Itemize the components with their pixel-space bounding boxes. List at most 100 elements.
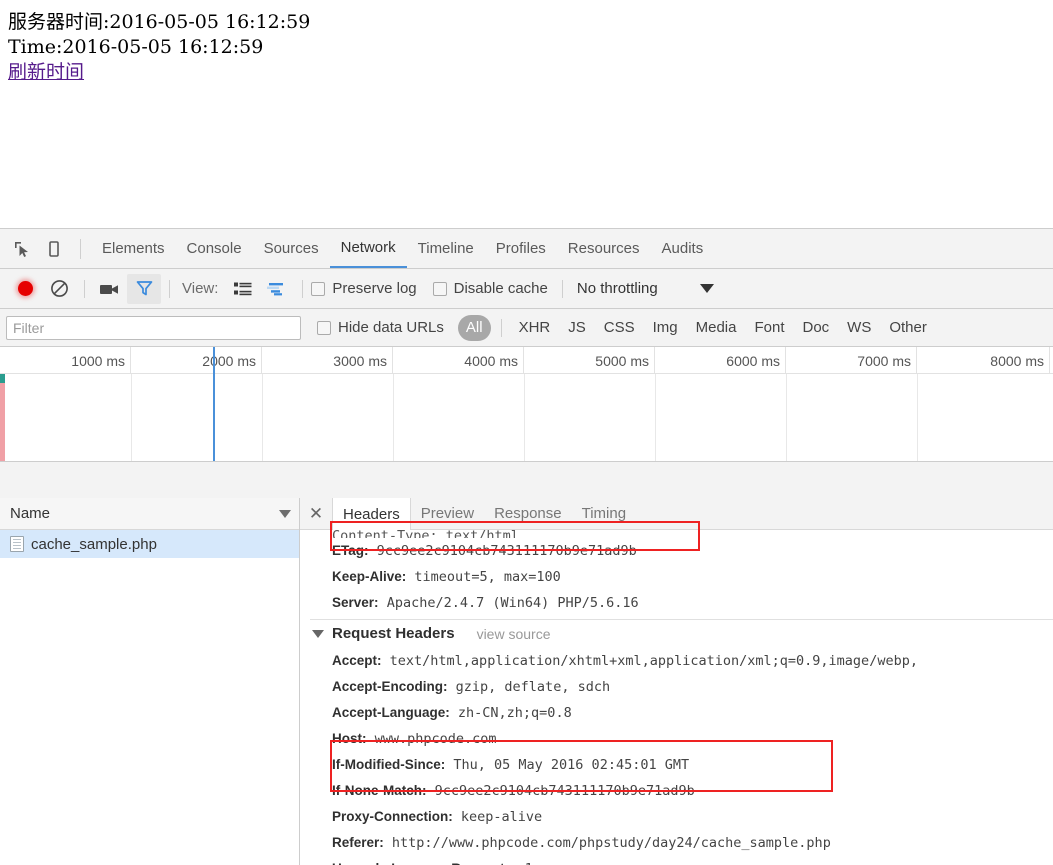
tab-profiles[interactable]: Profiles — [485, 229, 557, 268]
header-if-none-match-key: If-None-Match: — [332, 783, 427, 798]
header-proxy-connection-value: keep-alive — [460, 809, 543, 825]
filter-divider — [500, 318, 502, 337]
tab-console[interactable]: Console — [176, 229, 253, 268]
header-accept-key: Accept: — [332, 653, 382, 668]
tab-network[interactable]: Network — [329, 229, 407, 268]
header-upgrade-insecure-requests: Upgrade-Insecure-Requests: 1 — [310, 856, 1053, 865]
header-etag-value: 9cc9ee2c9104cb743111170b9e71ad9b — [376, 543, 637, 559]
tab-elements[interactable]: Elements — [91, 229, 176, 268]
header-referer-key: Referer: — [332, 835, 384, 850]
header-accept-value: text/html,application/xhtml+xml,applicat… — [389, 653, 918, 669]
disable-cache-checkbox[interactable]: Disable cache — [432, 280, 548, 297]
control-divider-4 — [561, 279, 563, 298]
overview-body[interactable] — [0, 374, 1053, 461]
header-if-none-match-value: 9cc9ee2c9104cb743111170b9e71ad9b — [434, 783, 695, 799]
filter-type-js[interactable]: JS — [559, 315, 595, 341]
header-accept-language-value: zh-CN,zh;q=0.8 — [457, 705, 572, 721]
inspect-element-icon[interactable] — [6, 233, 38, 265]
devtools-tabbar: Elements Console Sources Network Timelin… — [0, 229, 1053, 269]
tab-timeline[interactable]: Timeline — [407, 229, 485, 268]
network-overview[interactable]: 1000 ms 2000 ms 3000 ms 4000 ms 5000 ms … — [0, 347, 1053, 462]
filter-type-media[interactable]: Media — [687, 315, 746, 341]
detail-tabbar: ✕ Headers Preview Response Timing — [300, 498, 1053, 530]
web-page-content: 服务器时间:2016-05-05 16:12:59 Time:2016-05-0… — [0, 0, 1053, 228]
header-server-value: Apache/2.4.7 (Win64) PHP/5.6.16 — [386, 595, 639, 611]
server-time-text: 服务器时间:2016-05-05 16:12:59 — [8, 11, 311, 33]
ruler-tick-7000: 7000 ms — [786, 347, 917, 374]
close-icon[interactable]: ✕ — [300, 498, 332, 529]
tab-response[interactable]: Response — [484, 498, 572, 529]
ruler-tick-8000: 8000 ms — [917, 347, 1050, 374]
devtools-panel: Elements Console Sources Network Timelin… — [0, 228, 1053, 865]
request-headers-section[interactable]: Request Headers view source — [310, 619, 1053, 648]
view-source-link[interactable]: view source — [477, 620, 551, 648]
disable-cache-label: Disable cache — [453, 280, 548, 297]
chevron-down-icon — [699, 284, 714, 293]
list-view-icon[interactable] — [226, 274, 260, 304]
preserve-log-checkbox[interactable]: Preserve log — [311, 280, 417, 297]
chevron-down-icon — [312, 630, 324, 638]
header-keep-alive-key: Keep-Alive: — [332, 569, 407, 584]
header-upgrade-insecure-requests-value: 1 — [525, 861, 533, 865]
header-proxy-connection-key: Proxy-Connection: — [332, 809, 453, 824]
header-host: Host: www.phpcode.com — [310, 726, 1053, 752]
clipped-header-line: Content-Type: text/html — [332, 530, 519, 538]
clear-icon[interactable] — [42, 274, 76, 304]
header-if-modified-since: If-Modified-Since: Thu, 05 May 2016 02:4… — [310, 752, 1053, 778]
table-row[interactable]: cache_sample.php — [0, 530, 299, 558]
header-host-value: www.phpcode.com — [374, 731, 497, 747]
device-toolbar-icon[interactable] — [38, 233, 70, 265]
request-list: Name cache_sample.php — [0, 498, 300, 865]
header-etag-key: ETag: — [332, 543, 369, 558]
hide-data-urls-box — [317, 320, 331, 335]
filter-type-ws[interactable]: WS — [838, 315, 880, 341]
throttling-select[interactable]: No throttling — [577, 280, 714, 297]
header-accept: Accept: text/html,application/xhtml+xml,… — [310, 648, 1053, 674]
control-divider-3 — [302, 279, 304, 298]
filter-type-xhr[interactable]: XHR — [510, 315, 560, 341]
header-accept-language: Accept-Language: zh-CN,zh;q=0.8 — [310, 700, 1053, 726]
request-name: cache_sample.php — [31, 535, 157, 553]
ruler-tick-3000: 3000 ms — [262, 347, 393, 374]
control-divider-1 — [84, 279, 85, 298]
filter-icon[interactable] — [127, 273, 161, 304]
capture-screenshots-icon[interactable] — [93, 274, 127, 304]
filter-type-other[interactable]: Other — [880, 315, 936, 341]
sort-caret-icon — [279, 509, 291, 518]
request-details: ✕ Headers Preview Response Timing Conten… — [300, 498, 1053, 865]
timeline-cursor-line — [213, 374, 215, 461]
filter-type-doc[interactable]: Doc — [793, 315, 838, 341]
document-icon — [10, 536, 24, 552]
tab-audits[interactable]: Audits — [651, 229, 715, 268]
toolbar-divider — [80, 238, 81, 259]
headers-pane[interactable]: Content-Type: text/html ETag: 9cc9ee2c91… — [300, 530, 1053, 865]
ruler-tick-6000: 6000 ms — [655, 347, 786, 374]
waterfall-view-icon[interactable] — [260, 274, 294, 304]
header-server-key: Server: — [332, 595, 379, 610]
load-event-band — [0, 374, 5, 461]
header-accept-encoding-key: Accept-Encoding: — [332, 679, 448, 694]
refresh-time-link[interactable]: 刷新时间 — [8, 60, 84, 85]
tab-headers[interactable]: Headers — [332, 498, 411, 530]
filter-type-font[interactable]: Font — [745, 315, 793, 341]
filter-input[interactable] — [6, 315, 301, 340]
tab-sources[interactable]: Sources — [253, 229, 330, 268]
tab-resources[interactable]: Resources — [557, 229, 651, 268]
tab-timing[interactable]: Timing — [572, 498, 636, 529]
filter-type-css[interactable]: CSS — [595, 315, 644, 341]
view-label: View: — [182, 280, 219, 297]
record-icon[interactable] — [8, 274, 42, 304]
hide-data-urls-checkbox[interactable]: Hide data URLs — [317, 319, 444, 336]
filter-type-img[interactable]: Img — [644, 315, 687, 341]
column-header-name-label: Name — [10, 505, 51, 522]
header-if-none-match: If-None-Match: 9cc9ee2c9104cb743111170b9… — [310, 778, 1053, 804]
network-lower-split: Name cache_sample.php ✕ Headers Preview … — [0, 498, 1053, 865]
disable-cache-box — [432, 281, 447, 296]
ruler-tick-4000: 4000 ms — [393, 347, 524, 374]
tab-preview[interactable]: Preview — [411, 498, 484, 529]
timeline-ruler: 1000 ms 2000 ms 3000 ms 4000 ms 5000 ms … — [0, 347, 1053, 374]
preserve-log-box — [311, 281, 326, 296]
filter-type-all[interactable]: All — [457, 314, 491, 341]
column-header-name[interactable]: Name — [0, 498, 299, 530]
network-control-bar: View: Preserve log Disable cache No thro… — [0, 269, 1053, 309]
